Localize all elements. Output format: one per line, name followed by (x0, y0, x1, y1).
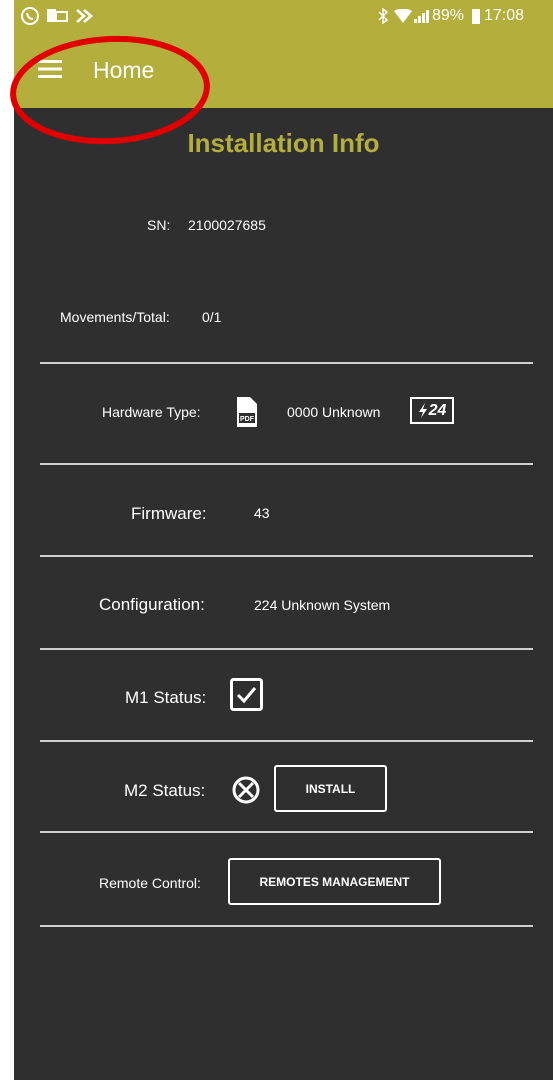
sn-label: SN: (147, 217, 171, 233)
hardware-badge: 24 (410, 397, 454, 424)
divider (40, 648, 533, 650)
remote-control-label: Remote Control: (99, 875, 201, 891)
sn-value: 2100027685 (188, 217, 266, 233)
divider (40, 740, 533, 742)
movements-value: 0/1 (202, 309, 222, 325)
configuration-value: 224 Unknown System (254, 597, 391, 613)
divider (40, 555, 533, 557)
checked-icon (230, 678, 263, 711)
divider (40, 463, 533, 465)
remotes-management-button[interactable]: REMOTES MANAGEMENT (228, 858, 441, 905)
firmware-value: 43 (254, 505, 270, 521)
configuration-label: Configuration: (99, 595, 205, 614)
hardware-type-label: Hardware Type: (102, 404, 201, 420)
app-screen: 89% 17:08 Home Installation Info SN: 210… (14, 0, 553, 1080)
error-icon (232, 776, 260, 804)
divider (40, 925, 533, 927)
movements-label: Movements/Total: (60, 309, 170, 325)
m1-status-label: M1 Status: (125, 688, 207, 707)
divider (40, 362, 533, 364)
firmware-label: Firmware: (131, 504, 207, 523)
hardware-badge-label: 24 (428, 401, 447, 419)
pdf-icon: PDF (237, 397, 257, 427)
annotation-ellipse (10, 35, 210, 145)
install-button[interactable]: INSTALL (274, 765, 387, 812)
hardware-type-value: 0000 Unknown (287, 404, 381, 420)
m2-status-label: M2 Status: (124, 781, 206, 800)
svg-text:PDF: PDF (240, 416, 255, 423)
divider (40, 831, 533, 833)
bolt-icon (418, 403, 427, 418)
